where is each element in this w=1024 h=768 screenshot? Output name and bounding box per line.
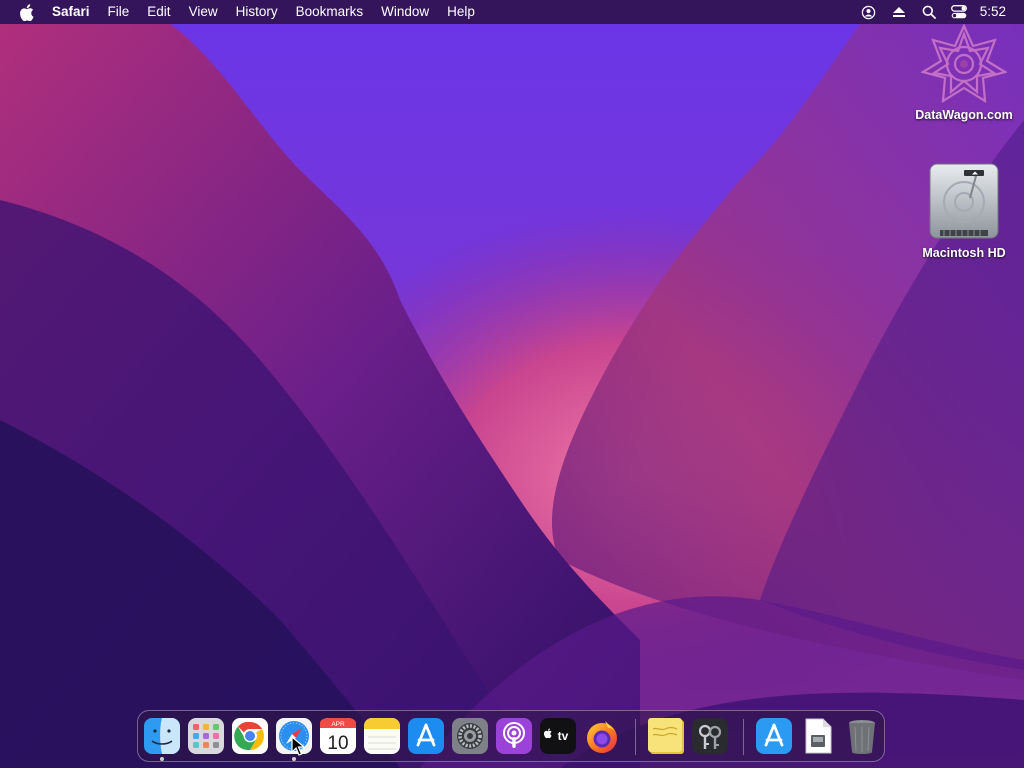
menu-file[interactable]: File (99, 0, 139, 24)
desktop-icon-macintosh-hd[interactable]: Macintosh HD (904, 162, 1024, 260)
menu-history[interactable]: History (227, 0, 287, 24)
stickies-icon (648, 718, 684, 754)
trash-icon (849, 720, 875, 754)
dock-launchpad[interactable] (187, 717, 225, 755)
menu-clock[interactable]: 5:52 (974, 0, 1024, 24)
apple-tv-icon: tv (540, 718, 576, 754)
dock-separator (635, 719, 636, 755)
tv-label: tv (558, 729, 569, 743)
control-center-icon[interactable] (944, 0, 974, 24)
menu-bar: Safari File Edit View History Bookmarks … (0, 0, 1024, 24)
gear-icon (452, 718, 488, 754)
podcasts-icon (496, 718, 532, 754)
dock-system-preferences[interactable] (451, 717, 489, 755)
dock-notes[interactable] (363, 717, 401, 755)
eject-icon[interactable] (884, 0, 914, 24)
firefox-icon (587, 721, 617, 753)
chrome-icon (232, 718, 268, 754)
user-account-icon[interactable] (854, 0, 884, 24)
dock-app-store-folder[interactable] (755, 717, 793, 755)
keychain-icon (692, 718, 728, 754)
desktop-icon-label: DataWagon.com (915, 108, 1013, 122)
finder-icon (144, 718, 180, 754)
app-store-icon (756, 718, 792, 754)
running-indicator (160, 757, 164, 761)
dock-document[interactable] (799, 717, 837, 755)
desktop-wallpaper (0, 0, 1024, 768)
launchpad-icon (188, 718, 224, 754)
desktop-icon-label: Macintosh HD (922, 246, 1006, 260)
app-store-icon (408, 718, 444, 754)
notes-icon (364, 718, 400, 754)
menu-window[interactable]: Window (372, 0, 438, 24)
dock-keychain-access[interactable] (691, 717, 729, 755)
menu-app-name[interactable]: Safari (48, 0, 99, 24)
dock-app-store[interactable] (407, 717, 445, 755)
menu-help[interactable]: Help (438, 0, 484, 24)
running-indicator (292, 757, 296, 761)
dock-trash[interactable] (843, 717, 881, 755)
calendar-icon: APR 10 (320, 718, 356, 754)
menu-edit[interactable]: Edit (138, 0, 179, 24)
hard-drive-icon (929, 163, 999, 239)
spotlight-search-icon[interactable] (914, 0, 944, 24)
calendar-month: APR (331, 721, 345, 728)
menu-view[interactable]: View (180, 0, 227, 24)
dock-finder[interactable] (143, 717, 181, 755)
document-icon (805, 718, 832, 754)
dock: APR 10 tv (137, 710, 885, 762)
apple-menu-icon[interactable] (16, 2, 36, 22)
calendar-day: 10 (327, 733, 348, 754)
menu-bookmarks[interactable]: Bookmarks (287, 0, 373, 24)
dock-stickies[interactable] (647, 717, 685, 755)
desktop-icon-datawagon[interactable]: DataWagon.com (904, 24, 1024, 122)
mouse-cursor-icon (291, 736, 305, 756)
dock-calendar[interactable]: APR 10 (319, 717, 357, 755)
dock-google-chrome[interactable] (231, 717, 269, 755)
dock-apple-tv[interactable]: tv (539, 717, 577, 755)
datawagon-logo-icon (921, 24, 1007, 104)
dock-firefox[interactable] (583, 717, 621, 755)
dock-separator (743, 719, 744, 755)
dock-podcasts[interactable] (495, 717, 533, 755)
